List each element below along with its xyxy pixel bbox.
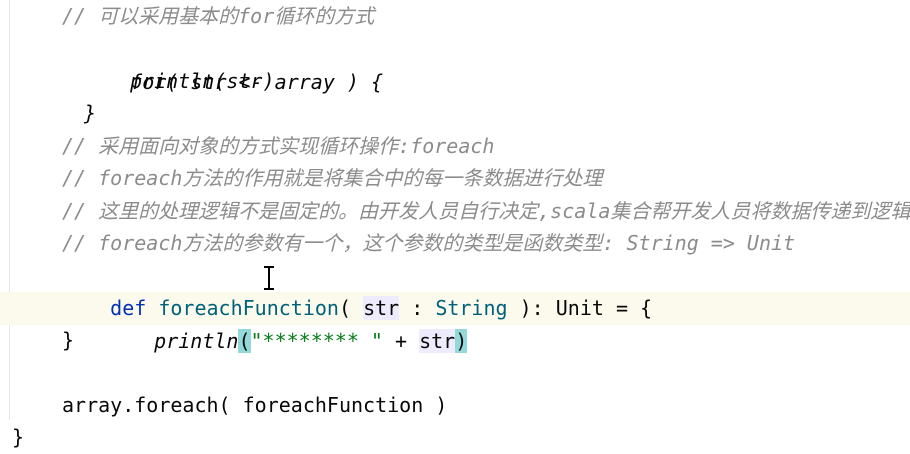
code-line-comment[interactable]: // foreach方法的参数有一个，这个参数的类型是函数类型: String … xyxy=(62,227,795,260)
return-type: Unit xyxy=(555,296,604,320)
code-line-foreach-call[interactable]: array.foreach( foreachFunction ) xyxy=(62,389,447,422)
code-line-println-body[interactable]: println("******** " + str) xyxy=(106,292,468,353)
paren-open-match: ( xyxy=(238,329,251,353)
code-editor[interactable]: // 可以采用基本的for循环的方式 for( str <- array ) {… xyxy=(0,0,910,449)
plus-operator: + xyxy=(382,329,420,353)
string-literal: "******** " xyxy=(250,329,383,353)
return-sep: ): xyxy=(507,296,556,320)
code-line-close-brace[interactable]: } xyxy=(12,421,24,454)
text-cursor-icon xyxy=(264,266,274,290)
equals-brace: = { xyxy=(603,296,653,320)
code-line-println[interactable]: println(str) xyxy=(130,65,275,98)
code-line-close-brace[interactable]: } xyxy=(62,324,74,357)
code-line-close-brace[interactable]: } xyxy=(84,97,96,130)
code-line-comment[interactable]: // 这里的处理逻辑不是固定的。由开发人员自行决定,scala集合帮开发人员将数… xyxy=(62,195,910,228)
arg-ref: str xyxy=(419,329,456,353)
indent-guide xyxy=(9,0,10,420)
code-line-def[interactable]: def foreachFunction( str : String ): Uni… xyxy=(62,259,652,320)
paren-close-match: ) xyxy=(455,329,468,353)
code-line-comment[interactable]: // foreach方法的作用就是将集合中的每一条数据进行处理 xyxy=(62,162,602,195)
code-line-for[interactable]: for( str <- array ) { xyxy=(82,33,383,94)
println-call: println xyxy=(154,329,239,353)
code-line-comment[interactable]: // 可以采用基本的for循环的方式 xyxy=(62,0,374,33)
code-line-comment[interactable]: // 采用面向对象的方式实现循环操作:foreach xyxy=(62,130,494,163)
